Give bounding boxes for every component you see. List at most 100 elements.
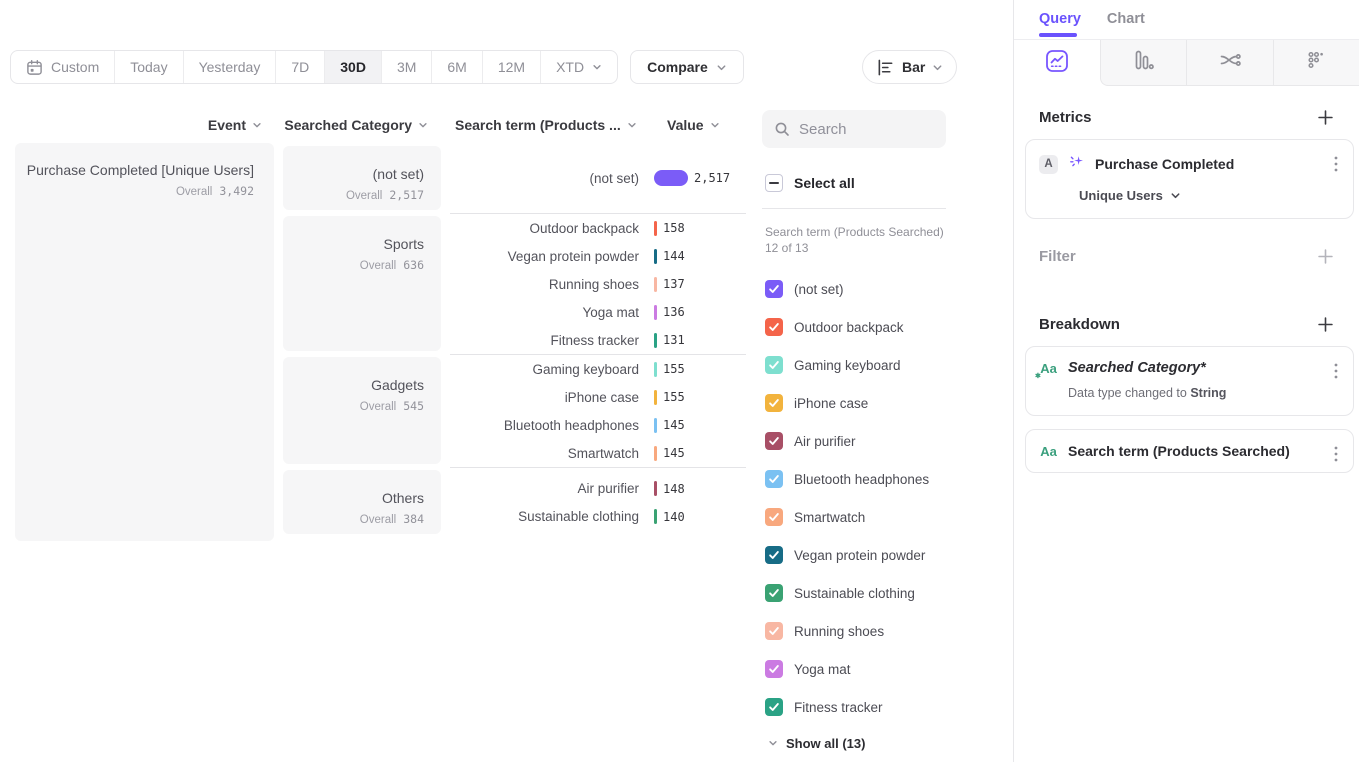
row-bar-area: 145 (654, 446, 746, 461)
metrics-section-header: Metrics (1014, 109, 1359, 126)
table-row[interactable]: Bluetooth headphones 145 (450, 411, 746, 439)
series-checkbox[interactable] (765, 660, 783, 678)
filter-section-header: Filter (1014, 248, 1359, 265)
category-cell[interactable]: Gadgets Overall545 (283, 357, 441, 464)
series-filter-item[interactable]: Smartwatch (762, 498, 946, 536)
tab-insights[interactable] (1014, 40, 1100, 86)
date-range-7d[interactable]: 7D (276, 51, 325, 83)
table-row[interactable]: Fitness tracker 131 (450, 326, 746, 354)
series-filter-item[interactable]: Vegan protein powder (762, 536, 946, 574)
data-type-note-text: Data type changed to (1068, 386, 1190, 400)
table-row[interactable]: Air purifier 148 (450, 475, 746, 503)
event-cell[interactable]: Purchase Completed [Unique Users] Overal… (15, 143, 274, 541)
tab-retention[interactable] (1273, 40, 1359, 86)
metric-card: A Purchase Completed Unique Users (1025, 139, 1354, 219)
table-row[interactable]: (not set) 2,517 (450, 145, 746, 212)
series-checkbox[interactable] (765, 318, 783, 336)
search-box[interactable] (762, 110, 946, 148)
series-filter-item[interactable]: (not set) (762, 270, 946, 308)
series-checkbox[interactable] (765, 622, 783, 640)
tab-funnels[interactable] (1100, 40, 1187, 86)
metric-menu-button[interactable] (1332, 154, 1340, 174)
series-filter-item[interactable]: iPhone case (762, 384, 946, 422)
overall-label: Overall (360, 260, 396, 272)
series-filter-item[interactable]: Outdoor backpack (762, 308, 946, 346)
overall-label: Overall (176, 186, 212, 198)
date-range-yesterday[interactable]: Yesterday (184, 51, 277, 83)
data-type-note: Data type changed to String (1068, 386, 1341, 400)
search-input[interactable] (799, 121, 919, 138)
series-checkbox[interactable] (765, 394, 783, 412)
add-breakdown-button[interactable] (1318, 317, 1333, 332)
table-row[interactable]: Running shoes 137 (450, 270, 746, 298)
row-value: 145 (663, 446, 685, 460)
tab-query[interactable]: Query (1039, 0, 1081, 39)
add-metric-button[interactable] (1318, 110, 1333, 125)
group-rows: Gaming keyboard 155 iPhone case 155 Blue… (450, 354, 746, 467)
series-checkbox[interactable] (765, 508, 783, 526)
column-header-value[interactable]: Value (654, 112, 720, 138)
tab-flows[interactable] (1186, 40, 1273, 86)
series-checkbox[interactable] (765, 698, 783, 716)
tab-chart[interactable]: Chart (1107, 0, 1145, 39)
table-row[interactable]: Vegan protein powder 144 (450, 242, 746, 270)
metric-card-row[interactable]: A Purchase Completed (1039, 153, 1341, 175)
series-filter-item[interactable]: Running shoes (762, 612, 946, 650)
column-header-search-term[interactable]: Search term (Products ... (450, 112, 637, 138)
series-checkbox[interactable] (765, 546, 783, 564)
add-filter-button[interactable] (1318, 249, 1333, 264)
value-bar (654, 170, 688, 186)
series-checkbox[interactable] (765, 280, 783, 298)
table-row[interactable]: Gaming keyboard 155 (450, 355, 746, 383)
breakdown-menu-button[interactable] (1332, 444, 1340, 464)
table-row[interactable]: iPhone case 155 (450, 383, 746, 411)
table-row[interactable]: Sustainable clothing 140 (450, 503, 746, 531)
column-header-searched-category[interactable]: Searched Category (283, 112, 441, 138)
select-all-checkbox[interactable] (765, 174, 783, 192)
series-filter-item[interactable]: Sustainable clothing (762, 574, 946, 612)
date-range-today[interactable]: Today (115, 51, 183, 83)
date-range-xtd[interactable]: XTD (541, 51, 617, 83)
row-bar-area: 131 (654, 333, 746, 348)
breakdown-property-name: Search term (Products Searched) (1068, 443, 1290, 459)
breakdown-menu-button[interactable] (1332, 361, 1340, 381)
compare-button[interactable]: Compare (630, 50, 744, 84)
filter-title: Filter (1039, 248, 1076, 265)
column-header-event[interactable]: Event (15, 112, 274, 138)
series-checkbox[interactable] (765, 432, 783, 450)
series-checkbox[interactable] (765, 584, 783, 602)
breakdown-row[interactable]: Aa✱ Searched Category* (1039, 360, 1341, 376)
row-label: Running shoes (450, 277, 654, 292)
category-cell[interactable]: Sports Overall636 (283, 216, 441, 351)
series-checkbox[interactable] (765, 470, 783, 488)
show-all-button[interactable]: Show all (13) (762, 726, 946, 760)
category-cell[interactable]: (not set) Overall2,517 (283, 146, 441, 210)
measure-dropdown[interactable]: Unique Users (1079, 188, 1341, 203)
category-name: Others (283, 490, 424, 506)
row-label: Yoga mat (450, 305, 654, 320)
group-rows: Outdoor backpack 158 Vegan protein powde… (450, 213, 746, 354)
row-value: 131 (663, 333, 685, 347)
category-cell[interactable]: Others Overall384 (283, 470, 441, 534)
series-checkbox[interactable] (765, 356, 783, 374)
series-filter-item[interactable]: Yoga mat (762, 650, 946, 688)
date-range-12m[interactable]: 12M (483, 51, 541, 83)
data-type-note-value: String (1190, 386, 1226, 400)
date-range-custom[interactable]: Custom (11, 51, 115, 83)
row-value: 2,517 (694, 171, 730, 185)
overall-value: 636 (403, 258, 424, 272)
overall-value: 384 (403, 512, 424, 526)
series-filter-item[interactable]: Bluetooth headphones (762, 460, 946, 498)
table-row[interactable]: Smartwatch 145 (450, 439, 746, 467)
series-filter-item[interactable]: Fitness tracker (762, 688, 946, 726)
select-all-row[interactable]: Select all (762, 174, 946, 192)
series-filter-item[interactable]: Gaming keyboard (762, 346, 946, 384)
date-range-6m[interactable]: 6M (432, 51, 482, 83)
table-row[interactable]: Outdoor backpack 158 (450, 214, 746, 242)
series-filter-item[interactable]: Air purifier (762, 422, 946, 460)
date-range-3m[interactable]: 3M (382, 51, 432, 83)
chart-type-button[interactable]: Bar (862, 50, 957, 84)
table-row[interactable]: Yoga mat 136 (450, 298, 746, 326)
breakdown-row[interactable]: Aa Search term (Products Searched) (1039, 443, 1341, 459)
date-range-30d[interactable]: 30D (325, 51, 382, 83)
